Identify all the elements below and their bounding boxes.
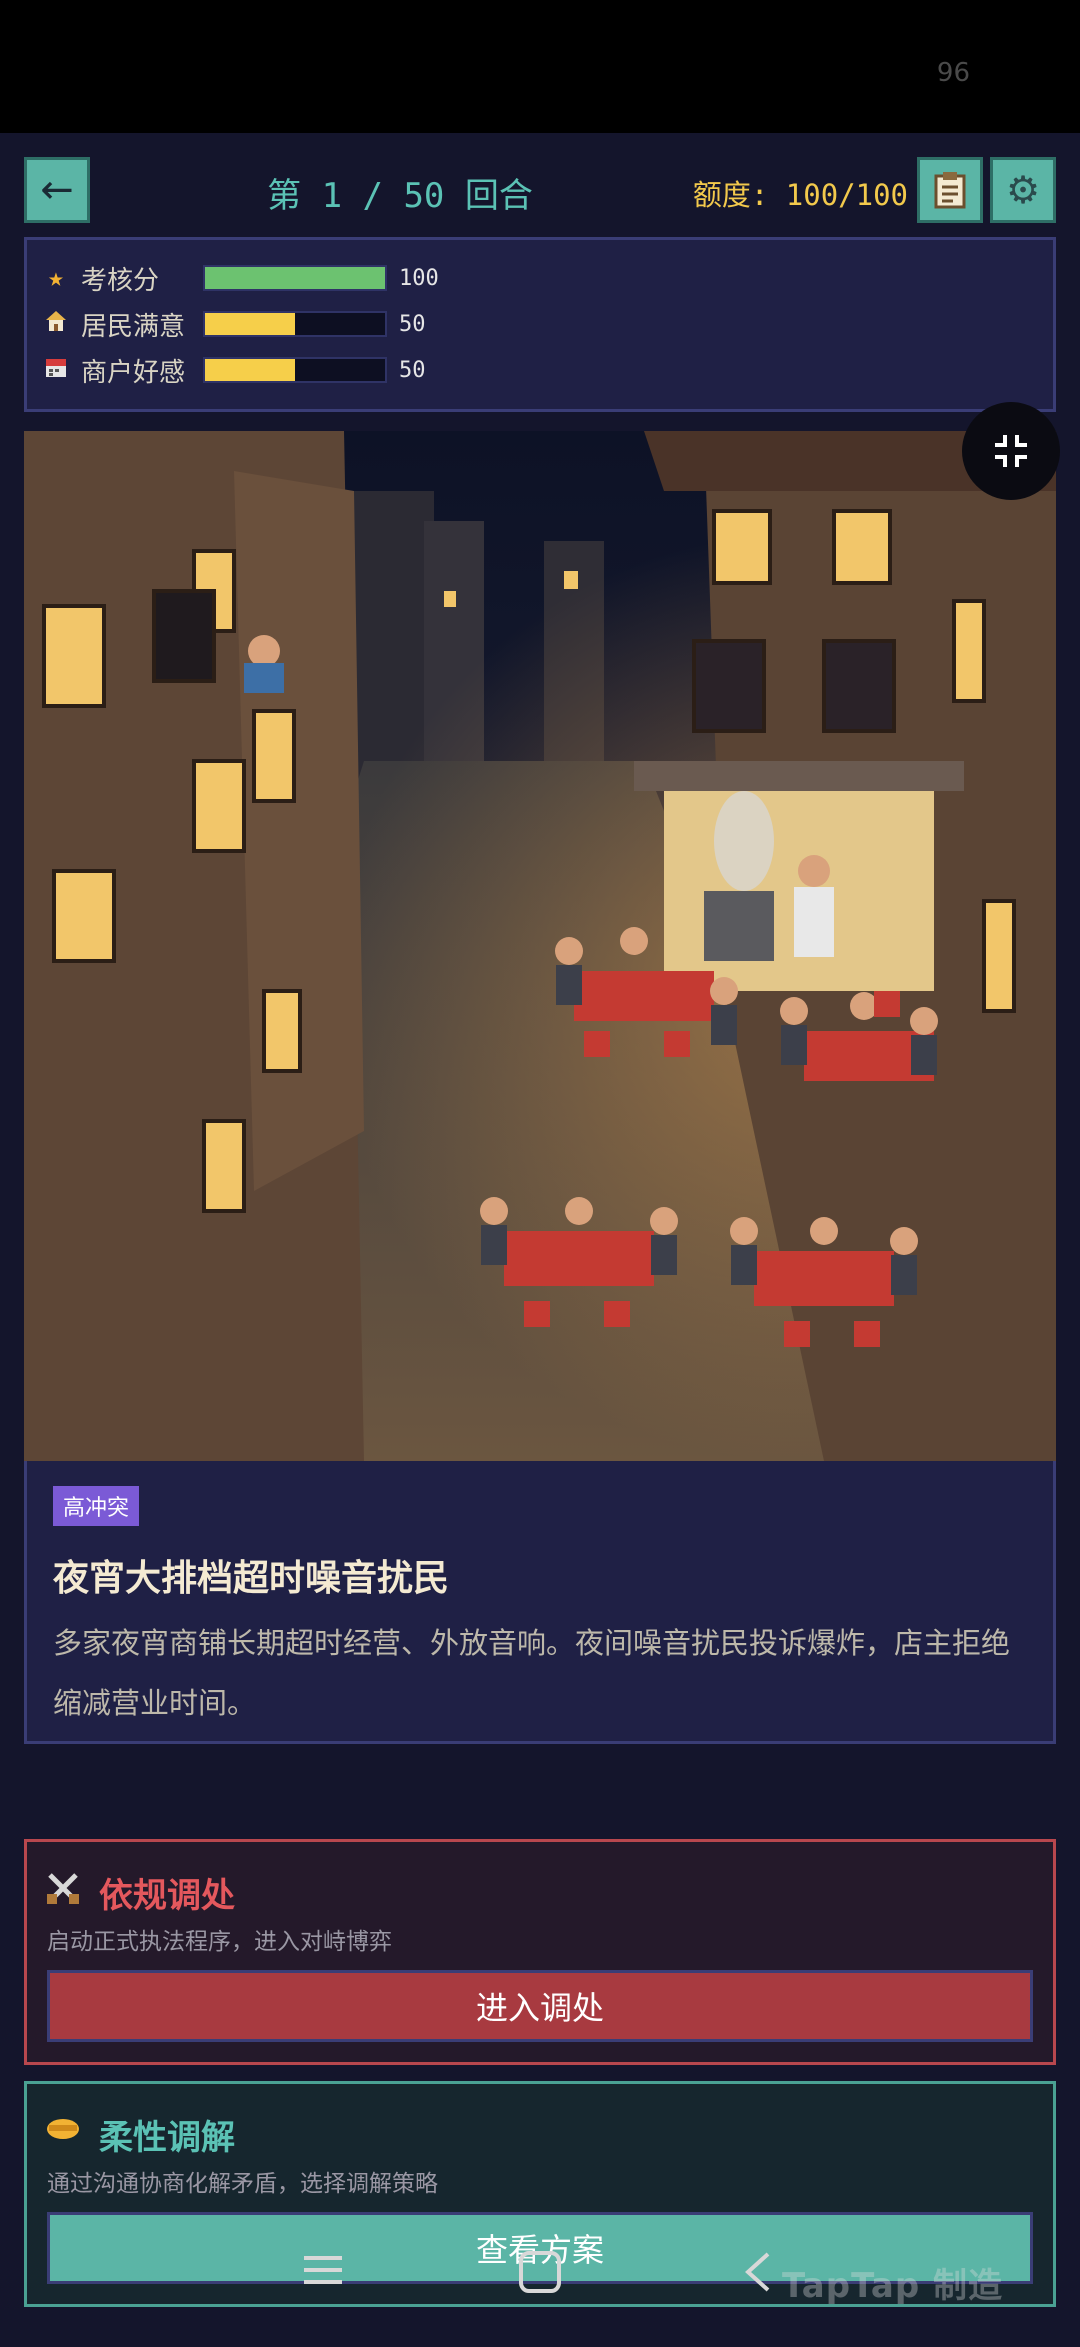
exit-fullscreen-icon <box>995 435 1027 467</box>
notes-button[interactable] <box>917 157 983 223</box>
menu-icon[interactable] <box>302 2250 344 2294</box>
home-square-icon[interactable] <box>518 2250 562 2298</box>
settings-button[interactable]: ⚙ <box>990 157 1056 223</box>
score-bar-fill <box>205 267 385 289</box>
taptap-watermark: TapTap 制造 <box>782 2266 1004 2306</box>
event-title: 夜宵大排档超时噪音扰民 <box>53 1558 450 1599</box>
option-legal: 依规调处 启动正式执法程序，进入对峙博弈 进入调处 <box>24 1839 1056 2065</box>
stat-score: ★ 考核分 100 <box>41 258 439 298</box>
event-description: 多家夜宵商铺长期超时经营、外放音响。夜间噪音扰民投诉爆炸，店主拒绝缩减营业时间。 <box>53 1626 1011 1720</box>
stat-value: 50 <box>399 311 426 337</box>
stat-label: 商户好感 <box>81 357 186 388</box>
round-counter: 第 1 / 50 回合 <box>267 176 533 216</box>
stat-label: 居民满意 <box>81 311 186 342</box>
clipboard-icon <box>934 172 966 209</box>
stat-label: 考核分 <box>81 265 160 296</box>
residents-bar <box>203 311 387 337</box>
stats-panel: ★ 考核分 100 居民满意 50 商户好感 50 <box>24 237 1056 412</box>
chevron-left-icon[interactable] <box>742 2250 772 2298</box>
merchants-bar <box>203 357 387 383</box>
gear-icon: ⚙ <box>1005 168 1041 212</box>
stat-value: 100 <box>399 265 439 291</box>
conflict-tag: 高冲突 <box>53 1486 140 1526</box>
option-legal-description: 启动正式执法程序，进入对峙博弈 <box>47 1929 392 1955</box>
option-soft-title: 柔性调解 <box>99 2118 235 2158</box>
option-legal-title: 依规调处 <box>99 1876 235 1916</box>
house-icon <box>41 309 71 340</box>
stat-value: 50 <box>399 357 426 383</box>
residents-bar-fill <box>205 313 295 335</box>
merchants-bar-fill <box>205 359 295 381</box>
scene-illustration <box>24 431 1056 1461</box>
score-bar <box>203 265 387 291</box>
enter-mediation-button[interactable]: 进入调处 <box>47 1970 1033 2042</box>
handshake-icon <box>45 2112 81 2152</box>
star-icon: ★ <box>48 263 64 293</box>
quota-display: 额度: 100/100 <box>692 178 908 212</box>
stat-residents: 居民满意 50 <box>41 304 426 344</box>
calendar-shop-icon <box>41 355 71 386</box>
crossed-swords-icon <box>45 1870 81 1915</box>
status-bar: 96 <box>0 0 1080 133</box>
event-card: 高冲突 夜宵大排档超时噪音扰民 多家夜宵商铺长期超时经营、外放音响。夜间噪音扰民… <box>24 1461 1056 1744</box>
option-soft-description: 通过沟通协商化解矛盾，选择调解策略 <box>47 2171 438 2197</box>
exit-fullscreen-button[interactable] <box>962 402 1060 500</box>
stat-merchants: 商户好感 50 <box>41 350 426 390</box>
night-market-alley-illustration <box>24 431 1056 1461</box>
status-indicator: 96 <box>936 58 970 88</box>
